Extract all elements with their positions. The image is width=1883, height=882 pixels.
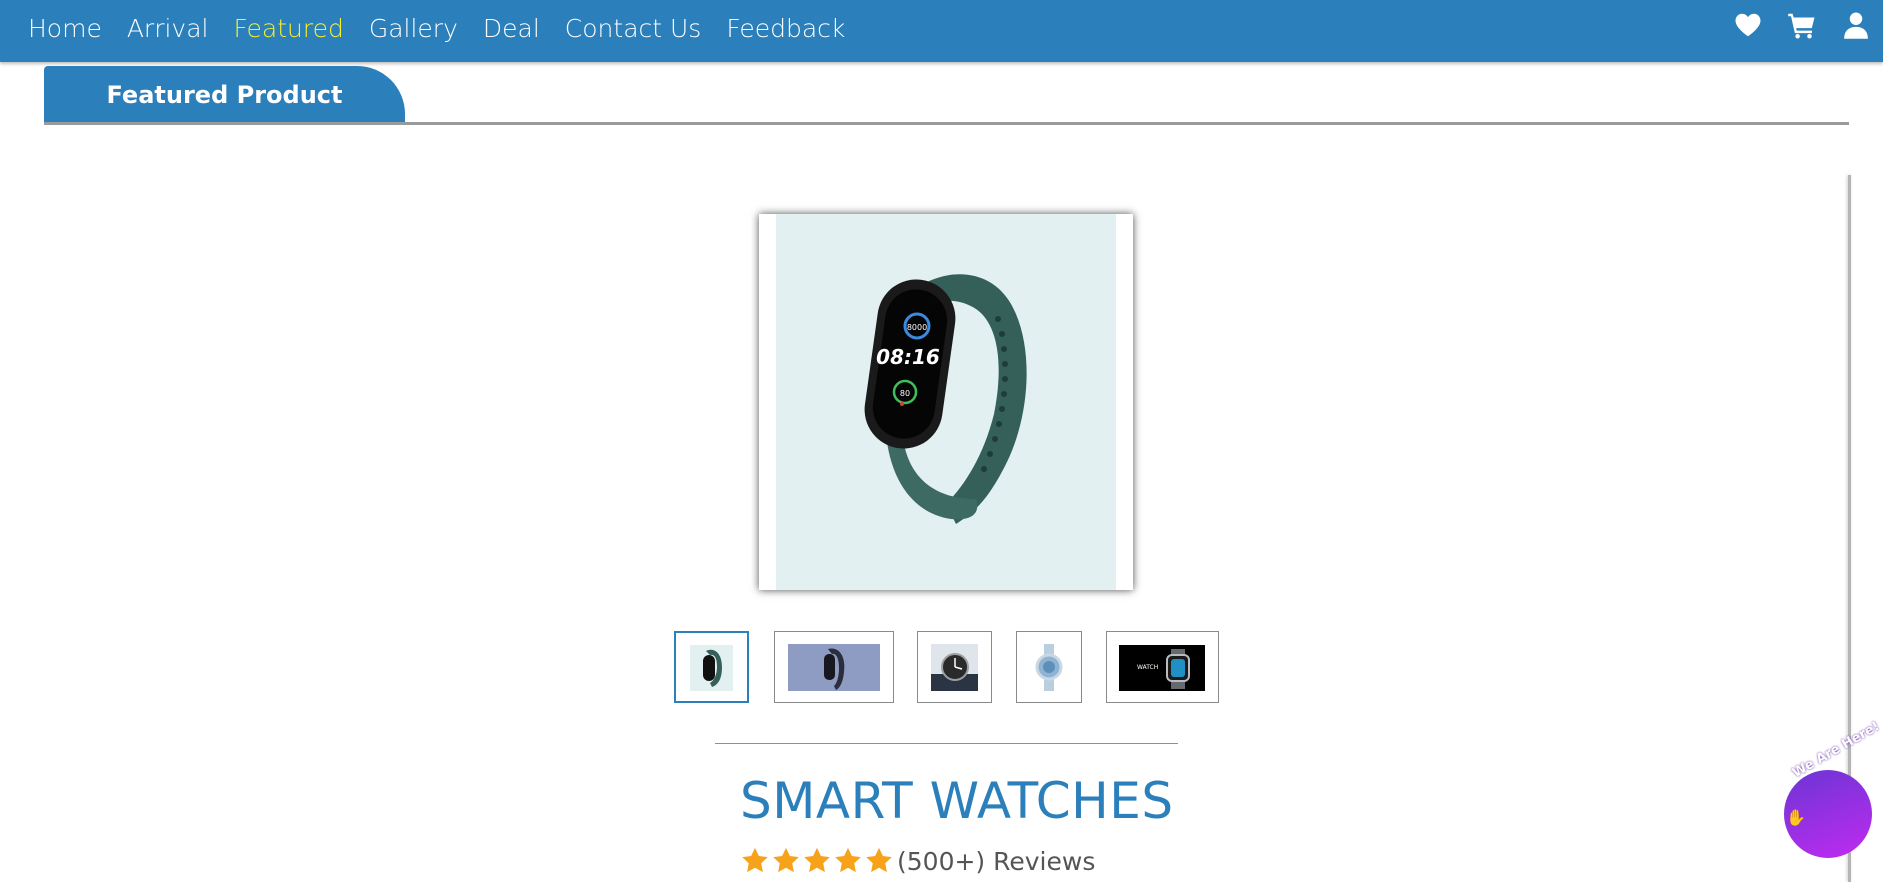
fitness-band-image: 8000 08:16 80 (864, 274, 1027, 524)
cart-icon[interactable] (1787, 10, 1817, 40)
top-navbar: Home Arrival Featured Gallery Deal Conta… (0, 0, 1883, 62)
nav-home[interactable]: Home (28, 14, 102, 43)
thumbnail-band-icon (690, 645, 733, 691)
user-icon[interactable] (1841, 10, 1871, 40)
thumbnail-blue-watch-icon (1031, 644, 1067, 691)
product-title: SMART WATCHES (740, 772, 1174, 830)
divider (715, 743, 1178, 744)
star-icon (740, 846, 770, 876)
product-rating: (500+) Reviews (740, 846, 1095, 876)
thumbnail-3[interactable] (917, 631, 992, 703)
nav-links: Home Arrival Featured Gallery Deal Conta… (28, 0, 870, 56)
thumbnail-2[interactable] (774, 631, 894, 703)
reviews-count: (500+) Reviews (897, 846, 1096, 876)
heart-icon[interactable] (1733, 10, 1763, 40)
thumbnail-5[interactable]: WATCH (1106, 631, 1219, 703)
wave-hand-icon: ✋ (1786, 810, 1806, 827)
thumbnail-4[interactable] (1016, 631, 1082, 703)
nav-deal[interactable]: Deal (483, 14, 540, 43)
nav-icons (1733, 10, 1871, 40)
nav-feedback[interactable]: Feedback (726, 14, 845, 43)
section-underline (44, 122, 1849, 125)
nav-arrival[interactable]: Arrival (127, 14, 209, 43)
nav-contact-us[interactable]: Contact Us (565, 14, 702, 43)
thumbnail-apple-watch-icon: WATCH (1119, 645, 1205, 691)
svg-text:80: 80 (900, 389, 910, 398)
star-icon (833, 846, 863, 876)
nav-gallery[interactable]: Gallery (369, 14, 458, 43)
thumbnail-round-watch-icon (931, 644, 978, 691)
star-icon (864, 846, 894, 876)
star-icon (802, 846, 832, 876)
star-icon (771, 846, 801, 876)
svg-text:08:16: 08:16 (876, 345, 940, 369)
main-product-image: 8000 08:16 80 (759, 214, 1133, 590)
svg-text:8000: 8000 (907, 323, 927, 332)
thumbnail-blue-band-icon (788, 644, 880, 691)
section-tab: Featured Product (44, 66, 405, 124)
main-image-background: 8000 08:16 80 (776, 214, 1116, 590)
thumbnail-1[interactable] (674, 631, 749, 703)
svg-text:WATCH: WATCH (1137, 664, 1158, 671)
nav-featured[interactable]: Featured (234, 14, 344, 43)
